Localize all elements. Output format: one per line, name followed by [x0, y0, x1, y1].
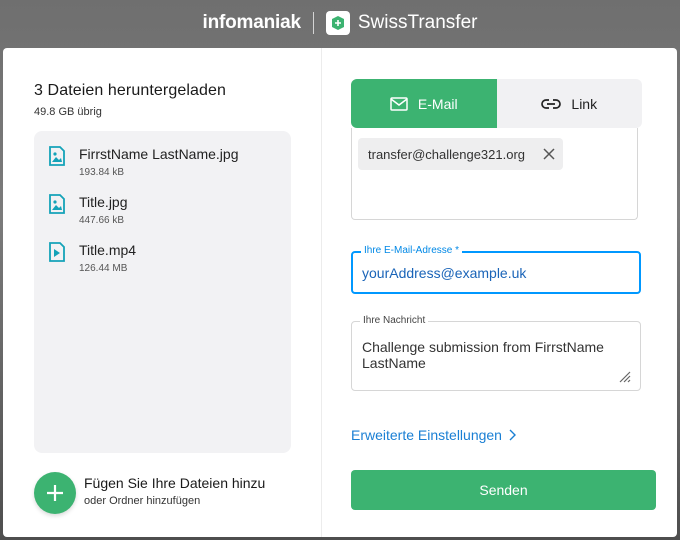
add-folder-link[interactable]: oder Ordner hinzufügen [84, 495, 200, 507]
swisstransfer-icon [325, 10, 350, 35]
add-files-button[interactable] [34, 472, 76, 514]
file-size: 193.84 kB [79, 167, 125, 178]
recipients-field[interactable]: transfer@challenge321.org [351, 128, 638, 220]
file-name: Title.jpg [79, 194, 128, 210]
file-name: FirrstName LastName.jpg [79, 146, 239, 162]
email-field-value[interactable]: yourAddress@example.uk [362, 265, 526, 281]
file-item[interactable]: Title.jpg 447.66 kB [34, 193, 291, 241]
message-field[interactable]: Ihre Nachricht Challenge submission from… [351, 315, 641, 391]
advanced-settings-label: Erweiterte Einstellungen [351, 427, 502, 443]
uploaded-count-title: 3 Dateien heruntergeladen [34, 82, 226, 99]
video-file-icon [49, 242, 65, 262]
tab-link[interactable]: Link [497, 79, 643, 128]
message-field-label: Ihre Nachricht [360, 315, 429, 326]
top-bar: infomaniak SwissTransfer [0, 0, 680, 45]
file-item[interactable]: FirrstName LastName.jpg 193.84 kB [34, 145, 291, 193]
recipient-email: transfer@challenge321.org [368, 146, 526, 162]
tab-email[interactable]: E-Mail [351, 79, 497, 128]
chevron-right-icon [509, 429, 516, 441]
resize-handle-icon[interactable] [617, 369, 631, 383]
advanced-settings-link[interactable]: Erweiterte Einstellungen [351, 427, 516, 443]
plus-icon [47, 485, 63, 501]
file-item[interactable]: Title.mp4 126.44 MB [34, 241, 291, 289]
mail-icon [390, 96, 408, 111]
image-file-icon [49, 194, 65, 214]
link-icon [541, 98, 562, 109]
message-field-value[interactable]: Challenge submission from FirrstName Las… [362, 339, 622, 371]
email-field-label: Ihre E-Mail-Adresse * [361, 245, 463, 256]
file-list: FirrstName LastName.jpg 193.84 kB Title.… [34, 131, 291, 453]
infomaniak-logo: infomaniak [202, 11, 302, 33]
file-size: 126.44 MB [79, 263, 128, 274]
file-name: Title.mp4 [79, 242, 137, 258]
image-file-icon [49, 146, 65, 166]
transfer-type-tabs: E-Mail Link [351, 79, 642, 128]
product-name: SwissTransfer [357, 11, 478, 33]
swisstransfer-logo: SwissTransfer [325, 10, 478, 35]
tab-email-label: E-Mail [417, 95, 458, 112]
storage-remaining: 49.8 GB übrig [34, 106, 102, 118]
brand-divider [312, 11, 314, 34]
close-icon[interactable] [541, 146, 557, 162]
add-files-label[interactable]: Fügen Sie Ihre Dateien hinzu [84, 475, 265, 491]
email-field[interactable]: Ihre E-Mail-Adresse * yourAddress@exampl… [351, 245, 641, 294]
upload-panel: 3 Dateien heruntergeladen 49.8 GB übrig … [3, 48, 322, 537]
tab-link-label: Link [571, 95, 598, 112]
recipient-chip: transfer@challenge321.org [358, 138, 563, 170]
send-button[interactable]: Senden [351, 470, 656, 510]
transfer-card: 3 Dateien heruntergeladen 49.8 GB übrig … [3, 48, 677, 537]
send-panel: E-Mail Link transfer@challenge321.org Ih… [322, 48, 677, 537]
file-size: 447.66 kB [79, 215, 125, 226]
